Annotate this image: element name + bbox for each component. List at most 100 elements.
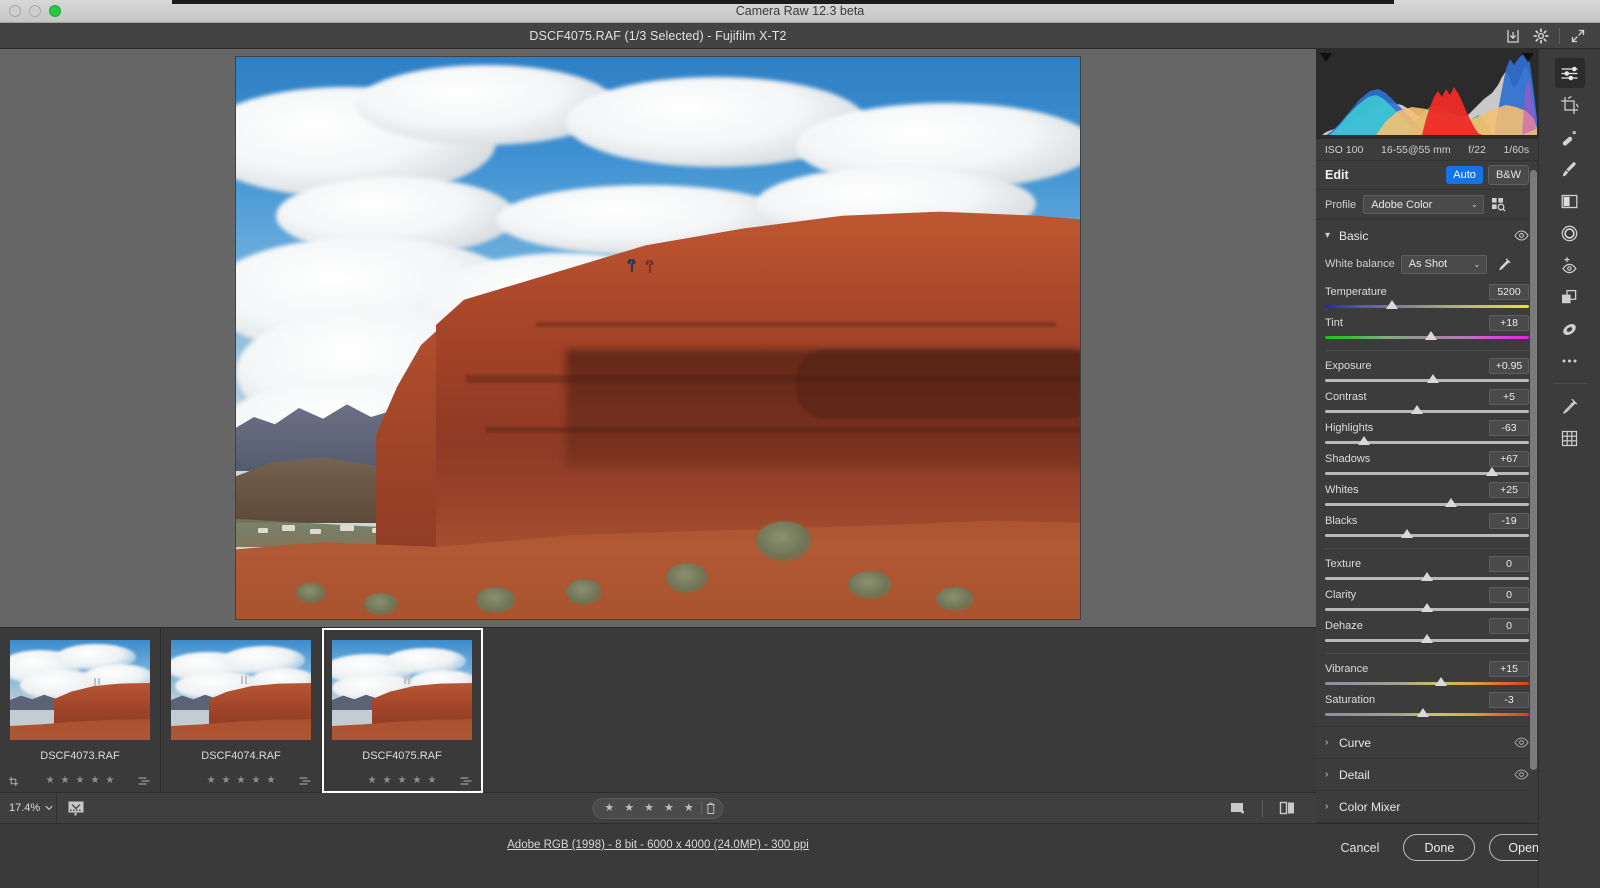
slider-tint-knob[interactable]	[1425, 331, 1437, 340]
radial-filter-icon[interactable]	[1555, 218, 1585, 248]
red-eye-icon[interactable]	[1555, 250, 1585, 280]
slider-temperature-track[interactable]	[1325, 305, 1529, 308]
shadow-clipping-indicator[interactable]	[1320, 53, 1332, 62]
reject-trash-icon[interactable]	[706, 802, 717, 815]
star-2[interactable]: ★	[61, 776, 70, 786]
slider-vibrance-value[interactable]: +15	[1489, 661, 1529, 677]
slider-blacks-value[interactable]: -19	[1489, 513, 1529, 529]
star-2[interactable]: ★	[383, 776, 392, 786]
star-2[interactable]: ★	[222, 776, 231, 786]
slider-whites-value[interactable]: +25	[1489, 482, 1529, 498]
slider-contrast-track[interactable]	[1325, 410, 1529, 413]
crop-icon[interactable]	[1555, 90, 1585, 120]
highlight-clipping-indicator[interactable]	[1522, 53, 1534, 62]
save-image-icon[interactable]	[1499, 24, 1527, 48]
thumbnail-rating[interactable]: ★ ★ ★ ★ ★	[0, 776, 160, 786]
rating-star-5[interactable]: ★	[679, 803, 699, 814]
eyedropper-tool-icon[interactable]	[1555, 391, 1585, 421]
slider-vibrance-track[interactable]	[1325, 682, 1529, 685]
star-4[interactable]: ★	[412, 776, 421, 786]
star-4[interactable]: ★	[251, 776, 260, 786]
section-curve-visibility-eye-icon[interactable]	[1514, 737, 1529, 748]
rating-star-3[interactable]: ★	[639, 803, 659, 814]
thumbnail-rating[interactable]: ★ ★ ★ ★ ★	[161, 776, 321, 786]
slider-exposure-knob[interactable]	[1427, 374, 1439, 383]
slider-contrast-value[interactable]: +5	[1489, 389, 1529, 405]
star-3[interactable]: ★	[398, 776, 407, 786]
spot-healing-icon[interactable]	[1555, 122, 1585, 152]
filmstrip-preview-icon[interactable]	[57, 793, 95, 824]
slider-clarity-value[interactable]: 0	[1489, 587, 1529, 603]
workflow-options-link[interactable]: Adobe RGB (1998) - 8 bit - 6000 x 4000 (…	[0, 839, 1316, 851]
cancel-button[interactable]: Cancel	[1330, 835, 1389, 861]
profile-browser-icon[interactable]	[1491, 197, 1506, 212]
presets-icon[interactable]	[1555, 282, 1585, 312]
histogram[interactable]	[1316, 49, 1538, 139]
slider-vibrance-knob[interactable]	[1435, 677, 1447, 686]
star-1[interactable]: ★	[368, 776, 377, 786]
star-3[interactable]: ★	[76, 776, 85, 786]
panel-scroll-thumb[interactable]	[1530, 170, 1537, 770]
slider-shadows-track[interactable]	[1325, 472, 1529, 475]
white-balance-eyedropper-icon[interactable]	[1497, 257, 1512, 272]
slider-blacks-knob[interactable]	[1401, 529, 1413, 538]
profile-select[interactable]: Adobe Color ⌄	[1363, 195, 1484, 214]
slider-texture-knob[interactable]	[1421, 572, 1433, 581]
filmstrip-item[interactable]: DSCF4074.RAF ★ ★ ★ ★ ★	[161, 628, 322, 793]
single-view-icon[interactable]	[1219, 793, 1257, 824]
bw-button[interactable]: B&W	[1488, 165, 1529, 185]
filmstrip-item[interactable]: DSCF4073.RAF ★ ★ ★ ★ ★	[0, 628, 161, 793]
star-5[interactable]: ★	[427, 776, 436, 786]
star-3[interactable]: ★	[237, 776, 246, 786]
section-basic-header[interactable]: ▾ Basic	[1316, 220, 1538, 251]
slider-highlights-knob[interactable]	[1358, 436, 1370, 445]
slider-clarity-track[interactable]	[1325, 608, 1529, 611]
section-curve-header[interactable]: › Curve	[1316, 727, 1538, 758]
star-5[interactable]: ★	[266, 776, 275, 786]
slider-highlights-track[interactable]	[1325, 441, 1529, 444]
zoom-level-selector[interactable]: 17.4%	[0, 793, 57, 824]
slider-clarity-knob[interactable]	[1421, 603, 1433, 612]
section-detail-header[interactable]: › Detail	[1316, 759, 1538, 790]
slider-blacks-track[interactable]	[1325, 534, 1529, 537]
thumbnail-rating[interactable]: ★ ★ ★ ★ ★	[322, 776, 482, 786]
slider-texture-value[interactable]: 0	[1489, 556, 1529, 572]
rating-star-2[interactable]: ★	[619, 803, 639, 814]
slider-whites-knob[interactable]	[1445, 498, 1457, 507]
edit-sliders-icon[interactable]	[1555, 58, 1585, 88]
section-color-mixer-header[interactable]: › Color Mixer	[1316, 791, 1538, 822]
auto-button[interactable]: Auto	[1446, 166, 1483, 184]
slider-tint-value[interactable]: +18	[1489, 315, 1529, 331]
compare-view-icon[interactable]	[1268, 793, 1306, 824]
rating-star-4[interactable]: ★	[659, 803, 679, 814]
photo-preview[interactable]	[236, 57, 1080, 619]
slider-saturation-value[interactable]: -3	[1489, 692, 1529, 708]
fullscreen-icon[interactable]	[1564, 24, 1592, 48]
star-4[interactable]: ★	[90, 776, 99, 786]
slider-temperature-value[interactable]: 5200	[1489, 284, 1529, 300]
slider-saturation-track[interactable]	[1325, 713, 1529, 716]
slider-shadows-knob[interactable]	[1486, 467, 1498, 476]
star-1[interactable]: ★	[46, 776, 55, 786]
graduated-filter-icon[interactable]	[1555, 186, 1585, 216]
filmstrip-item-selected[interactable]: DSCF4075.RAF ★ ★ ★ ★ ★	[322, 628, 483, 793]
section-basic-visibility-eye-icon[interactable]	[1514, 230, 1529, 241]
slider-highlights-value[interactable]: -63	[1489, 420, 1529, 436]
section-detail-visibility-eye-icon[interactable]	[1514, 769, 1529, 780]
slider-dehaze-value[interactable]: 0	[1489, 618, 1529, 634]
slider-texture-track[interactable]	[1325, 577, 1529, 580]
slider-dehaze-knob[interactable]	[1421, 634, 1433, 643]
rating-control[interactable]: ★ ★ ★ ★ ★	[592, 798, 723, 819]
slider-contrast-knob[interactable]	[1411, 405, 1423, 414]
slider-temperature-knob[interactable]	[1386, 300, 1398, 309]
slider-saturation-knob[interactable]	[1417, 708, 1429, 717]
adjustment-brush-icon[interactable]	[1555, 154, 1585, 184]
slider-whites-track[interactable]	[1325, 503, 1529, 506]
preferences-gear-icon[interactable]	[1527, 24, 1555, 48]
star-1[interactable]: ★	[207, 776, 216, 786]
slider-exposure-value[interactable]: +0.95	[1489, 358, 1529, 374]
done-button[interactable]: Done	[1403, 834, 1475, 861]
rating-star-1[interactable]: ★	[599, 803, 619, 814]
slider-tint-track[interactable]	[1325, 336, 1529, 339]
grid-overlay-icon[interactable]	[1555, 423, 1585, 453]
